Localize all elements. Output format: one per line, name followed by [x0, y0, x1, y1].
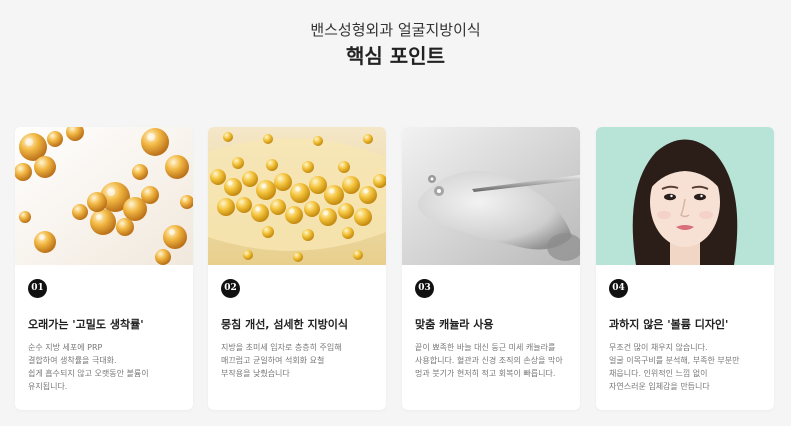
micro-fat-particles-image	[208, 127, 386, 265]
card-number-badge: 03	[415, 279, 434, 298]
card-description: 순수 지방 세포에 PRP 결합하여 생착률을 극대화. 쉽게 흡수되지 않고 …	[28, 341, 188, 393]
point-card-2: 02 뭉침 개선, 섬세한 지방이식 지방을 초미세 입자로 층층히 주입해 매…	[208, 127, 386, 410]
card-description-line: 순수 지방 세포에 PRP	[28, 343, 103, 352]
fat-cells-image	[15, 127, 193, 265]
card-description: 지방을 초미세 입자로 층층히 주입해 매끄럽고 균일하여 석회화 요철 부작용…	[221, 341, 381, 380]
card-description-line: 유지됩니다.	[28, 382, 68, 391]
card-description-line: 매끄럽고 균일하여 석회화 요철	[221, 356, 325, 365]
card-description-line: 쉽게 흡수되지 않고 오랫동안 볼륨이	[28, 369, 149, 378]
card-description-line: 사용합니다. 혈관과 신경 조직의 손상을 막아	[415, 356, 563, 365]
card-number-badge: 02	[221, 279, 240, 298]
card-description-line: 부작용을 낮췄습니다	[221, 369, 290, 378]
card-title: 뭉침 개선, 섬세한 지방이식	[221, 318, 348, 331]
card-description-line: 얼굴 이목구비를 분석해, 부족한 부분만	[609, 356, 740, 365]
card-title: 맞춤 캐뉼라 사용	[415, 318, 494, 331]
card-description-line: 결합하여 생착률을 극대화.	[28, 356, 117, 365]
card-description-line: 자연스러운 입체감을 만듭니다	[609, 382, 710, 391]
model-face-image	[596, 127, 774, 265]
card-title: 오래가는 '고밀도 생착률'	[28, 318, 144, 331]
card-number-badge: 01	[28, 279, 47, 298]
point-card-3: 03 맞춤 캐뉼라 사용 끝이 뾰족한 바늘 대신 둥근 미세 캐뉼라를 사용합…	[402, 127, 580, 410]
cannula-image	[402, 127, 580, 265]
card-description-line: 끝이 뾰족한 바늘 대신 둥근 미세 캐뉼라를	[415, 343, 556, 352]
section-title: 핵심 포인트	[346, 44, 445, 68]
point-card-4: 04 과하지 않은 '볼륨 디자인' 무조건 많이 채우지 않습니다. 얼굴 이…	[596, 127, 774, 410]
card-number-badge: 04	[609, 279, 628, 298]
card-description-line: 채웁니다. 인위적인 느낌 없이	[609, 369, 708, 378]
card-title: 과하지 않은 '볼륨 디자인'	[609, 318, 729, 331]
card-description-line: 멍과 붓기가 현저히 적고 회복이 빠릅니다.	[415, 369, 556, 378]
card-description: 끝이 뾰족한 바늘 대신 둥근 미세 캐뉼라를 사용합니다. 혈관과 신경 조직…	[415, 341, 575, 380]
section-subtitle: 밴스성형외과 얼굴지방이식	[310, 21, 481, 39]
card-description-line: 무조건 많이 채우지 않습니다.	[609, 343, 708, 352]
card-description-line: 지방을 초미세 입자로 층층히 주입해	[221, 343, 342, 352]
point-card-1: 01 오래가는 '고밀도 생착률' 순수 지방 세포에 PRP 결합하여 생착률…	[15, 127, 193, 410]
card-description: 무조건 많이 채우지 않습니다. 얼굴 이목구비를 분석해, 부족한 부분만 채…	[609, 341, 769, 393]
